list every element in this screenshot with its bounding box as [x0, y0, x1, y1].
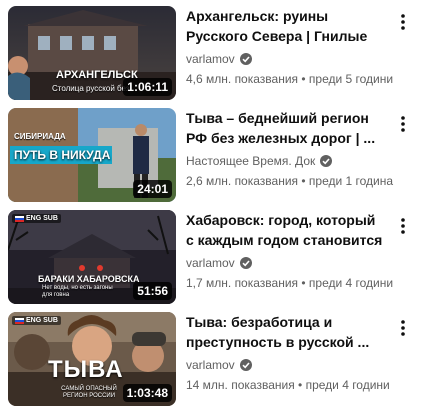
verified-icon [320, 155, 333, 167]
video-meta: Тыва: безработица и преступность в русск… [186, 312, 390, 394]
video-list: АРХАНГЕЛЬСК Столица русской без 1:06:11 … [0, 0, 427, 412]
video-title[interactable]: Архангельск: руины Русского Севера | Гни… [186, 6, 386, 46]
more-actions-button[interactable] [391, 112, 415, 136]
more-vert-icon [401, 218, 405, 234]
video-thumbnail[interactable]: АРХАНГЕЛЬСК Столица русской без 1:06:11 [8, 6, 176, 100]
video-thumbnail[interactable]: ENG SUB ТЫВА САМЫЙ ОПАСНЫЙ РЕГИОН РОССИИ… [8, 312, 176, 406]
flag-icon [15, 317, 24, 324]
flag-icon [15, 215, 24, 222]
thumbnail-subtitle: Столица русской без [52, 84, 130, 93]
video-duration: 24:01 [133, 180, 172, 198]
video-item-khabarovsk[interactable]: ENG SUB БАРАКИ ХАБАРОВСКА Нет воды, но е… [0, 210, 427, 306]
video-title[interactable]: Тыва: безработица и преступность в русск… [186, 312, 386, 352]
video-stats: 1,7 млн. показвания • преди 4 години [186, 276, 394, 290]
channel-row: varlamov [186, 254, 386, 272]
channel-name[interactable]: varlamov [186, 256, 235, 270]
video-item-tyva-unemployment[interactable]: ENG SUB ТЫВА САМЫЙ ОПАСНЫЙ РЕГИОН РОССИИ… [0, 312, 427, 408]
more-vert-icon [401, 116, 405, 132]
channel-row: varlamov [186, 356, 386, 374]
more-actions-button[interactable] [391, 214, 415, 238]
video-thumbnail[interactable]: СИБИРИАДА ПУТЬ В НИКУДА 24:01 [8, 108, 176, 202]
video-stats: 4,6 млн. показвания • преди 5 години [186, 72, 394, 86]
video-duration: 1:03:48 [122, 384, 172, 402]
subtitles-badge: ENG SUB [12, 214, 61, 223]
video-item-tyva-poorest[interactable]: СИБИРИАДА ПУТЬ В НИКУДА 24:01 Тыва – бед… [0, 108, 427, 204]
subtitles-badge: ENG SUB [12, 316, 61, 325]
video-meta: Хабаровск: город, который с каждым годом… [186, 210, 394, 292]
thumbnail-title: БАРАКИ ХАБАРОВСКА [38, 274, 140, 284]
thumbnail-title: ТЫВА [48, 356, 124, 383]
verified-icon [239, 53, 252, 65]
video-title[interactable]: Тыва – беднейший регион РФ без железных … [186, 108, 386, 148]
video-stats: 2,6 млн. показвания • преди 1 година [186, 174, 394, 188]
more-vert-icon [401, 320, 405, 336]
video-thumbnail[interactable]: ENG SUB БАРАКИ ХАБАРОВСКА Нет воды, но е… [8, 210, 176, 304]
more-actions-button[interactable] [391, 10, 415, 34]
video-duration: 1:06:11 [123, 78, 172, 96]
video-stats: 14 млн. показвания • преди 4 години [186, 378, 390, 392]
channel-name[interactable]: Настоящее Время. Док [186, 154, 315, 168]
thumbnail-title: ПУТЬ В НИКУДА [14, 148, 111, 162]
more-vert-icon [401, 14, 405, 30]
channel-row: Настоящее Время. Док [186, 152, 386, 170]
video-meta: Тыва – беднейший регион РФ без железных … [186, 108, 394, 190]
verified-icon [239, 359, 252, 371]
channel-row: varlamov [186, 50, 386, 68]
video-title[interactable]: Хабаровск: город, который с каждым годом… [186, 210, 386, 250]
channel-name[interactable]: varlamov [186, 52, 235, 66]
video-meta: Архангельск: руины Русского Севера | Гни… [186, 6, 394, 88]
verified-icon [239, 257, 252, 269]
thumbnail-subtitle: Нет воды, но есть загоны для говна [42, 285, 113, 298]
thumbnail-subtitle: САМЫЙ ОПАСНЫЙ РЕГИОН РОССИИ [61, 386, 117, 399]
more-actions-button[interactable] [391, 316, 415, 340]
thumbnail-subtitle: СИБИРИАДА [14, 132, 66, 141]
video-item-arkhangelsk[interactable]: АРХАНГЕЛЬСК Столица русской без 1:06:11 … [0, 6, 427, 102]
video-duration: 51:56 [133, 282, 172, 300]
channel-name[interactable]: varlamov [186, 358, 235, 372]
